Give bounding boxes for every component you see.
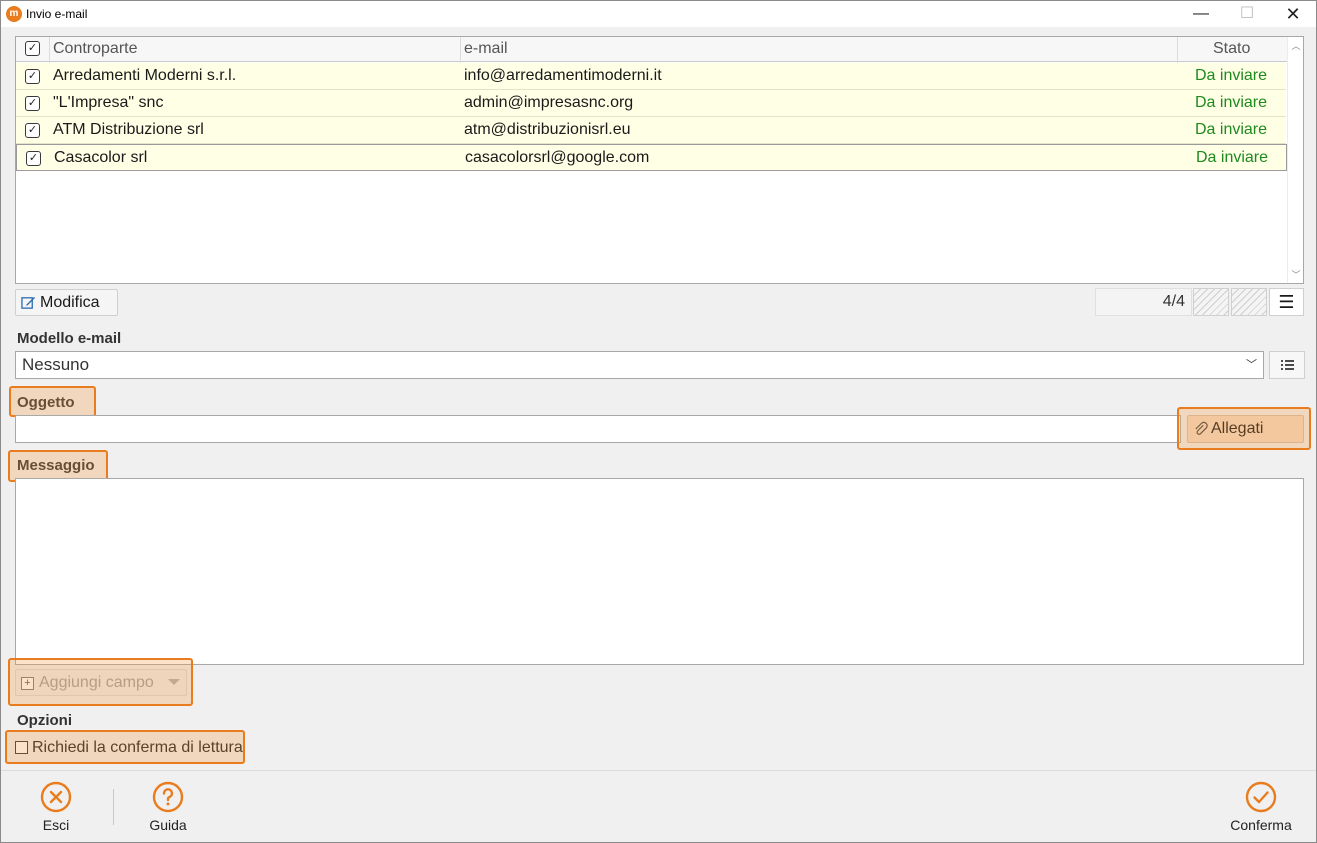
table-row[interactable]: ✓ "L'Impresa" snc admin@impresasnc.org D… — [16, 90, 1286, 117]
options-label: Opzioni — [17, 712, 72, 729]
record-counter: 4/4 — [1095, 288, 1192, 316]
row-checkbox[interactable]: ✓ — [26, 151, 41, 166]
exit-button-label: Esci — [42, 817, 70, 833]
title-bar: m Invio e-mail — ☐ ✕ — [1, 1, 1316, 27]
column-header-stato[interactable]: Stato — [1213, 40, 1250, 58]
cell-email: casacolorsrl@google.com — [465, 149, 650, 166]
email-send-window: m Invio e-mail — ☐ ✕ ✓ Controparte e-mai… — [0, 0, 1317, 843]
read-receipt-label: Richiedi la conferma di lettura — [32, 739, 243, 756]
cell-email: info@arredamentimoderni.it — [464, 67, 662, 84]
attachments-button[interactable]: Allegati — [1187, 415, 1304, 443]
list-icon — [1281, 360, 1294, 370]
paperclip-icon — [1195, 421, 1208, 435]
plus-icon: + — [21, 677, 34, 690]
minimize-button[interactable]: — — [1178, 1, 1224, 27]
column-header-controparte[interactable]: Controparte — [53, 40, 138, 58]
hamburger-icon: ☰ — [1278, 292, 1295, 312]
window-title: Invio e-mail — [26, 7, 88, 21]
cell-controparte: "L'Impresa" snc — [53, 94, 164, 111]
template-select-value: Nessuno — [22, 355, 90, 374]
caret-down-icon — [168, 679, 180, 685]
close-circle-icon — [40, 781, 72, 813]
subject-label: Oggetto — [17, 394, 75, 411]
cell-controparte: Arredamenti Moderni s.r.l. — [53, 67, 237, 84]
cell-email: admin@impresasnc.org — [464, 94, 634, 111]
exit-button[interactable]: Esci — [16, 779, 96, 837]
scroll-down-icon[interactable]: ﹀ — [1288, 268, 1304, 281]
grid-menu-button[interactable]: ☰ — [1269, 288, 1304, 316]
cell-status: Da inviare — [1195, 94, 1268, 111]
table-header: ✓ Controparte e-mail Stato — [16, 37, 1288, 62]
check-circle-icon — [1245, 781, 1277, 813]
template-list-button[interactable] — [1269, 351, 1305, 379]
table-row-selected[interactable]: ✓ Casacolor srl casacolorsrl@google.com … — [16, 144, 1287, 171]
subject-input[interactable] — [15, 415, 1181, 443]
help-icon — [152, 781, 184, 813]
cell-controparte: Casacolor srl — [54, 149, 148, 166]
add-field-button-label: Aggiungi campo — [39, 674, 154, 691]
message-label: Messaggio — [17, 457, 95, 474]
edit-button-label: Modifica — [40, 294, 100, 311]
disabled-nav-button — [1193, 288, 1229, 316]
column-header-email[interactable]: e-mail — [464, 40, 508, 58]
table-scrollbar[interactable]: ︿ ﹀ — [1287, 37, 1303, 283]
confirm-button[interactable]: Conferma — [1221, 779, 1301, 837]
confirm-button-label: Conferma — [1230, 817, 1292, 833]
select-all-checkbox[interactable]: ✓ — [25, 41, 40, 56]
help-button[interactable]: Guida — [128, 779, 208, 837]
read-receipt-checkbox[interactable] — [15, 741, 28, 754]
template-select[interactable]: Nessuno ﹀ — [15, 351, 1264, 379]
chevron-down-icon: ﹀ — [1246, 359, 1257, 371]
recipients-table[interactable]: ✓ Controparte e-mail Stato ✓ Arredamenti… — [15, 36, 1304, 284]
row-checkbox[interactable]: ✓ — [25, 69, 40, 84]
footer-bar: Esci Guida Conferma — [1, 770, 1316, 842]
app-logo-icon: m — [6, 6, 22, 22]
edit-icon — [21, 296, 36, 309]
disabled-nav-button — [1231, 288, 1267, 316]
row-checkbox[interactable]: ✓ — [25, 123, 40, 138]
template-label: Modello e-mail — [17, 330, 122, 347]
table-row[interactable]: ✓ ATM Distribuzione srl atm@distribuzion… — [16, 117, 1286, 144]
help-button-label: Guida — [149, 817, 187, 833]
cell-controparte: ATM Distribuzione srl — [53, 121, 204, 138]
add-field-button[interactable]: + Aggiungi campo — [15, 669, 187, 696]
attachments-button-label: Allegati — [1211, 420, 1264, 437]
cell-status: Da inviare — [1195, 67, 1268, 84]
table-row[interactable]: ✓ Arredamenti Moderni s.r.l. info@arreda… — [16, 63, 1286, 90]
footer-divider — [113, 789, 114, 825]
maximize-button[interactable]: ☐ — [1224, 1, 1270, 27]
cell-email: atm@distribuzionisrl.eu — [464, 121, 631, 138]
close-button[interactable]: ✕ — [1270, 1, 1316, 27]
cell-status: Da inviare — [1196, 149, 1269, 166]
scroll-up-icon[interactable]: ︿ — [1288, 39, 1304, 52]
edit-button[interactable]: Modifica — [15, 289, 118, 316]
row-checkbox[interactable]: ✓ — [25, 96, 40, 111]
message-textarea[interactable] — [15, 478, 1304, 665]
cell-status: Da inviare — [1195, 121, 1268, 138]
